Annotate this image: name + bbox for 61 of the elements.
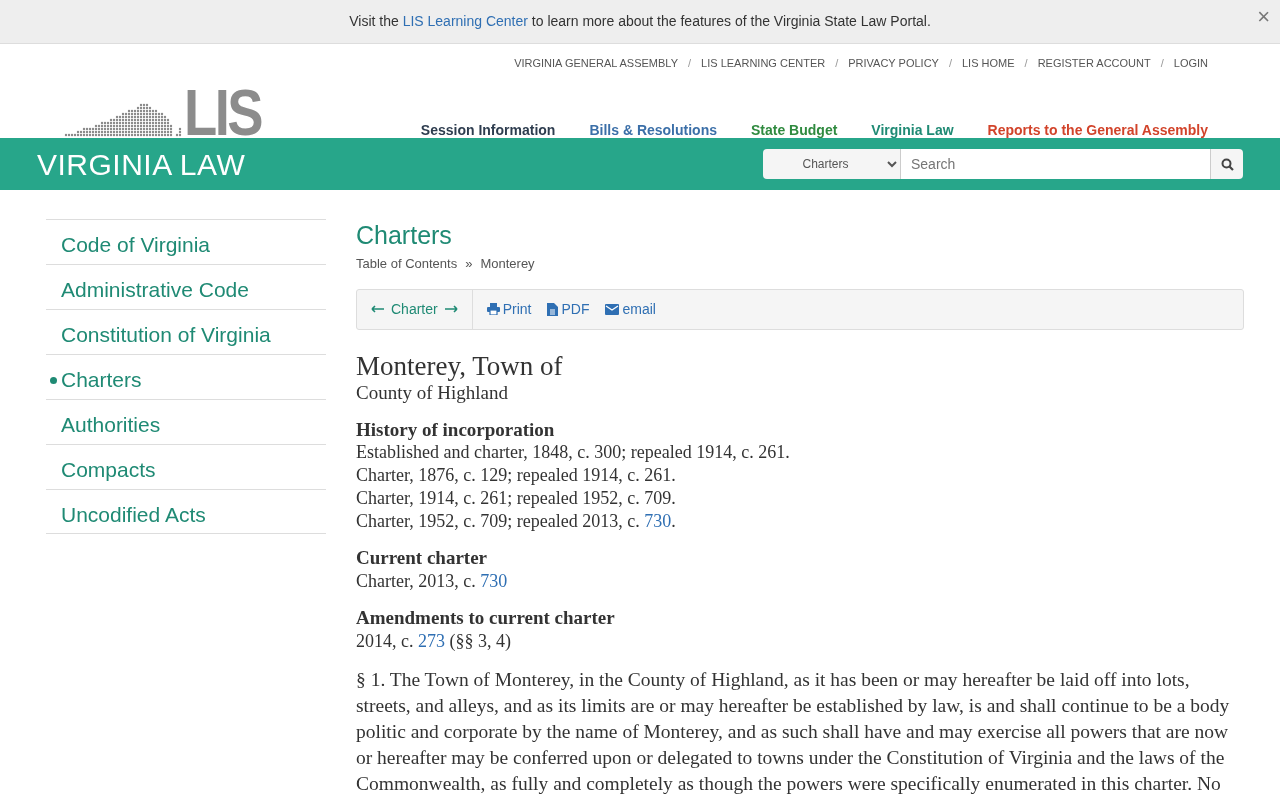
nav-link[interactable]: State Budget [751, 119, 838, 141]
section-heading: Amendments to current charter [356, 607, 616, 631]
utility-link[interactable]: LIS HOME [962, 55, 1015, 72]
history-line: Charter, 1876, c. 129; repealed 1914, c. 261. [356, 464, 677, 488]
banner-text: Visit the LIS Learning Center to learn more about the features of the Virginia State Law Portal. [349, 12, 931, 31]
breadcrumb-separator: » [465, 255, 473, 273]
sidebar-item[interactable]: Uncodified Acts [46, 489, 326, 534]
charter-paragraph: § 1. The Town of Monterey, in the County of Highland, as it has been or may hereafter be laid off into lots, streets, and alleys, and as its limits are or may hereafter be established by law, is and shall continue to be a body politic and corporate by the name of Monterey, and as such shall have and may exercise all powers that are now or hereafter may be conferred upon or delegated to towns under the Constitution of Virginia and the laws of the Commonwealth, as fully and completely as though the powers were specifically enumerated in this charter. No [356, 668, 1231, 797]
utility-link[interactable]: VIRGINIA GENERAL ASSEMBLY [514, 55, 678, 72]
section-heading: Current charter [356, 547, 488, 571]
envelope-icon [605, 303, 620, 315]
right-arrow-icon [443, 305, 458, 313]
map-icon [64, 103, 182, 137]
separator: / [1160, 56, 1164, 71]
history-line: Charter, 1952, c. 709; repealed 2013, c. 730. [356, 510, 677, 534]
history-line: Charter, 2013, c. 730 [356, 570, 509, 594]
email-link[interactable]: email [605, 298, 656, 320]
section-title: VIRGINIA LAW [37, 146, 246, 183]
separator: / [948, 56, 952, 71]
history-line: 2014, c. 273 (§§ 3, 4) [356, 630, 512, 654]
left-arrow-icon [371, 305, 385, 313]
sidebar-item[interactable]: Compacts [46, 444, 326, 489]
sidebar-item[interactable]: Constitution of Virginia [46, 309, 326, 354]
utility-link[interactable]: REGISTER ACCOUNT [1037, 55, 1151, 72]
history-line: Established and charter, 1848, c. 300; repealed 1914, c. 261. [356, 441, 791, 465]
nav-link[interactable]: Session Information [420, 119, 556, 141]
charter-subtitle: County of Highland [356, 381, 509, 405]
nav-link[interactable]: Virginia Law [871, 119, 954, 141]
pdf-link[interactable]: PDF [547, 298, 590, 320]
charter-pager[interactable]: Charter [357, 289, 473, 329]
nav-link[interactable]: Reports to the General Assembly [987, 119, 1208, 141]
printer-icon [486, 303, 500, 315]
utility-link[interactable]: PRIVACY POLICY [848, 55, 939, 72]
link[interactable]: 730 [644, 511, 672, 532]
charter-title: Monterey, Town of [356, 349, 564, 382]
nav-link[interactable]: Bills & Resolutions [589, 119, 717, 141]
sidebar-item[interactable]: Code of Virginia [46, 219, 326, 264]
utility-link[interactable]: LIS LEARNING CENTER [701, 55, 826, 72]
utility-link[interactable]: LOGIN [1173, 55, 1208, 72]
link[interactable]: LIS Learning Center [402, 13, 528, 29]
sidebar-item[interactable]: Charters [46, 354, 326, 399]
scope-select[interactable]: Charters [763, 149, 901, 179]
breadcrumb-current: Monterey [480, 255, 535, 273]
document-icon [547, 302, 559, 316]
breadcrumb-link[interactable]: Table of Contents [356, 254, 458, 274]
link[interactable]: 730 [480, 571, 508, 592]
sidebar-item[interactable]: Authorities [46, 399, 326, 444]
search-button[interactable] [1210, 149, 1243, 179]
history-line: Charter, 1914, c. 261; repealed 1952, c. 709. [356, 487, 677, 511]
separator: / [688, 56, 692, 71]
separator: / [835, 56, 839, 71]
separator: / [1024, 56, 1028, 71]
link[interactable]: 273 [418, 631, 445, 652]
section-heading: History of incorporation [356, 418, 556, 442]
close-button[interactable]: × [1257, 6, 1270, 28]
print-link[interactable]: Print [486, 298, 532, 320]
sidebar-item[interactable]: Administrative Code [46, 264, 326, 309]
logo-text: LIS [184, 88, 261, 138]
page-heading: Charters [356, 220, 453, 250]
search-icon [1220, 157, 1234, 171]
search-field[interactable]: Search [901, 149, 1210, 179]
